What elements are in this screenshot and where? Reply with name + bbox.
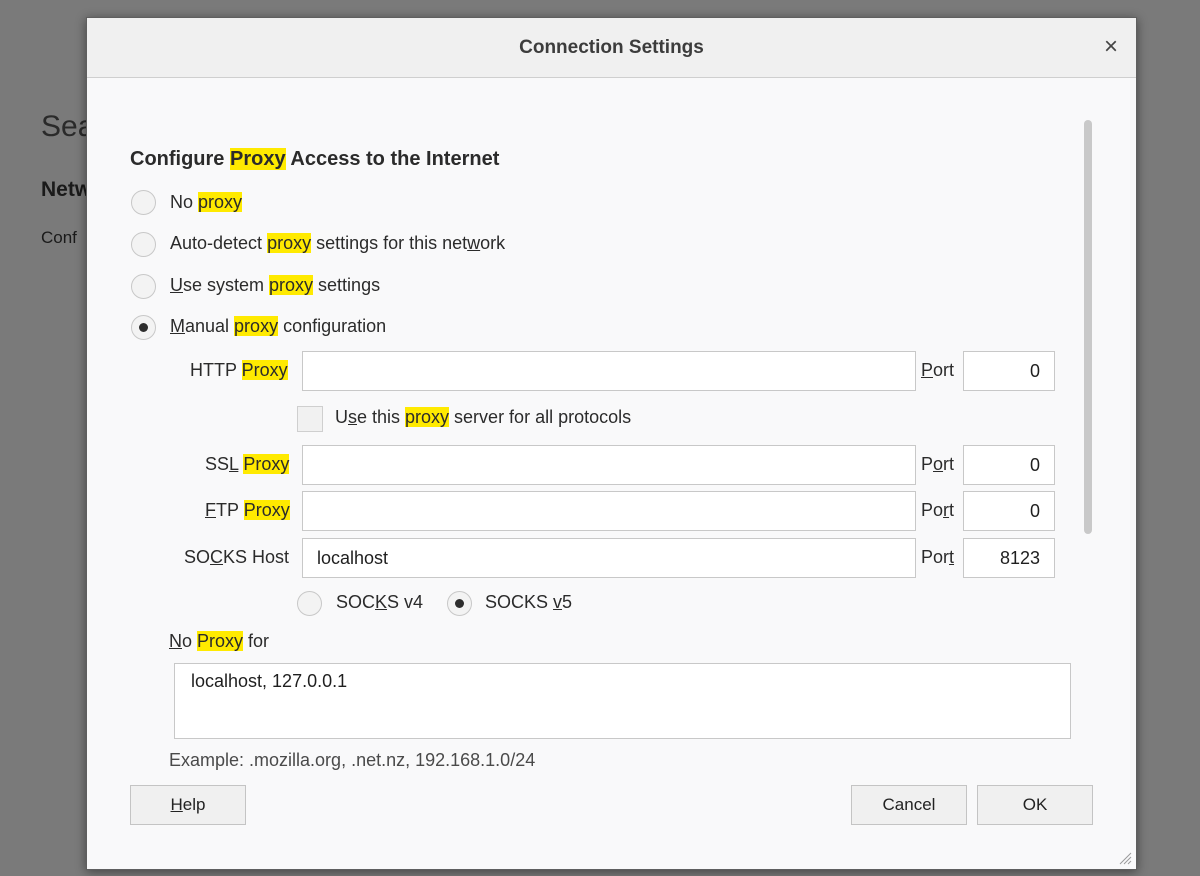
dialog-titlebar: Connection Settings × xyxy=(87,18,1136,78)
socks-v4-radio[interactable] xyxy=(297,591,322,616)
ssl-port-input[interactable]: 0 xyxy=(963,445,1055,485)
system-proxy-label[interactable]: Use system proxy settings xyxy=(170,275,380,296)
no-proxy-example: Example: .mozilla.org, .net.nz, 192.168.… xyxy=(169,750,536,770)
ssl-proxy-input[interactable] xyxy=(302,445,916,485)
socks-v5-radio[interactable] xyxy=(447,591,472,616)
socks-host-input[interactable]: localhost xyxy=(302,538,916,578)
use-for-all-protocols-checkbox[interactable] xyxy=(297,406,323,432)
scrollbar-thumb[interactable] xyxy=(1084,120,1092,534)
auto-detect-label[interactable]: Auto-detect proxy settings for this netw… xyxy=(170,233,505,254)
close-icon[interactable]: × xyxy=(1098,34,1124,60)
socks-port-label: Port xyxy=(921,547,955,567)
dialog-title: Connection Settings xyxy=(519,37,704,58)
ok-button[interactable]: OK xyxy=(977,785,1093,825)
socks-v5-label[interactable]: SOCKS v5 xyxy=(485,592,572,613)
help-button[interactable]: Help xyxy=(130,785,246,825)
no-proxy-for-label: No Proxy for xyxy=(169,631,270,651)
ftp-proxy-label: FTP Proxy xyxy=(205,500,290,520)
dialog-content: Configure Proxy Access to the Internet N… xyxy=(87,78,1136,776)
connection-settings-dialog: Connection Settings × Configure Proxy Ac… xyxy=(86,17,1137,870)
background-text: Conf xyxy=(41,228,77,247)
cancel-button[interactable]: Cancel xyxy=(851,785,967,825)
manual-proxy-radio[interactable] xyxy=(131,315,156,340)
http-proxy-input[interactable] xyxy=(302,351,916,391)
section-heading: Configure Proxy Access to the Internet xyxy=(130,148,500,170)
system-proxy-radio[interactable] xyxy=(131,274,156,299)
no-proxy-label[interactable]: No proxy xyxy=(170,192,243,213)
no-proxy-for-textarea[interactable]: localhost, 127.0.0.1 xyxy=(174,663,1071,739)
socks-host-label: SOCKS Host xyxy=(184,547,290,567)
socks-port-input[interactable]: 8123 xyxy=(963,538,1055,578)
no-proxy-radio[interactable] xyxy=(131,190,156,215)
ftp-port-input[interactable]: 0 xyxy=(963,491,1055,531)
ssl-port-label: Port xyxy=(921,454,955,474)
background-subheading: Netw xyxy=(41,178,92,201)
manual-proxy-label[interactable]: Manual proxy configuration xyxy=(170,316,386,337)
socks-v4-label[interactable]: SOCKS v4 xyxy=(336,592,423,613)
resize-grip-icon[interactable] xyxy=(1118,851,1132,865)
auto-detect-radio[interactable] xyxy=(131,232,156,257)
http-proxy-label: HTTP Proxy xyxy=(190,360,288,380)
http-port-input[interactable]: 0 xyxy=(963,351,1055,391)
ftp-port-label: Port xyxy=(921,500,955,520)
ftp-proxy-input[interactable] xyxy=(302,491,916,531)
ssl-proxy-label: SSL Proxy xyxy=(205,454,290,474)
scrollbar[interactable] xyxy=(1084,120,1092,775)
use-for-all-protocols-label[interactable]: Use this proxy server for all protocols xyxy=(335,407,631,428)
http-port-label: Port xyxy=(921,360,955,380)
